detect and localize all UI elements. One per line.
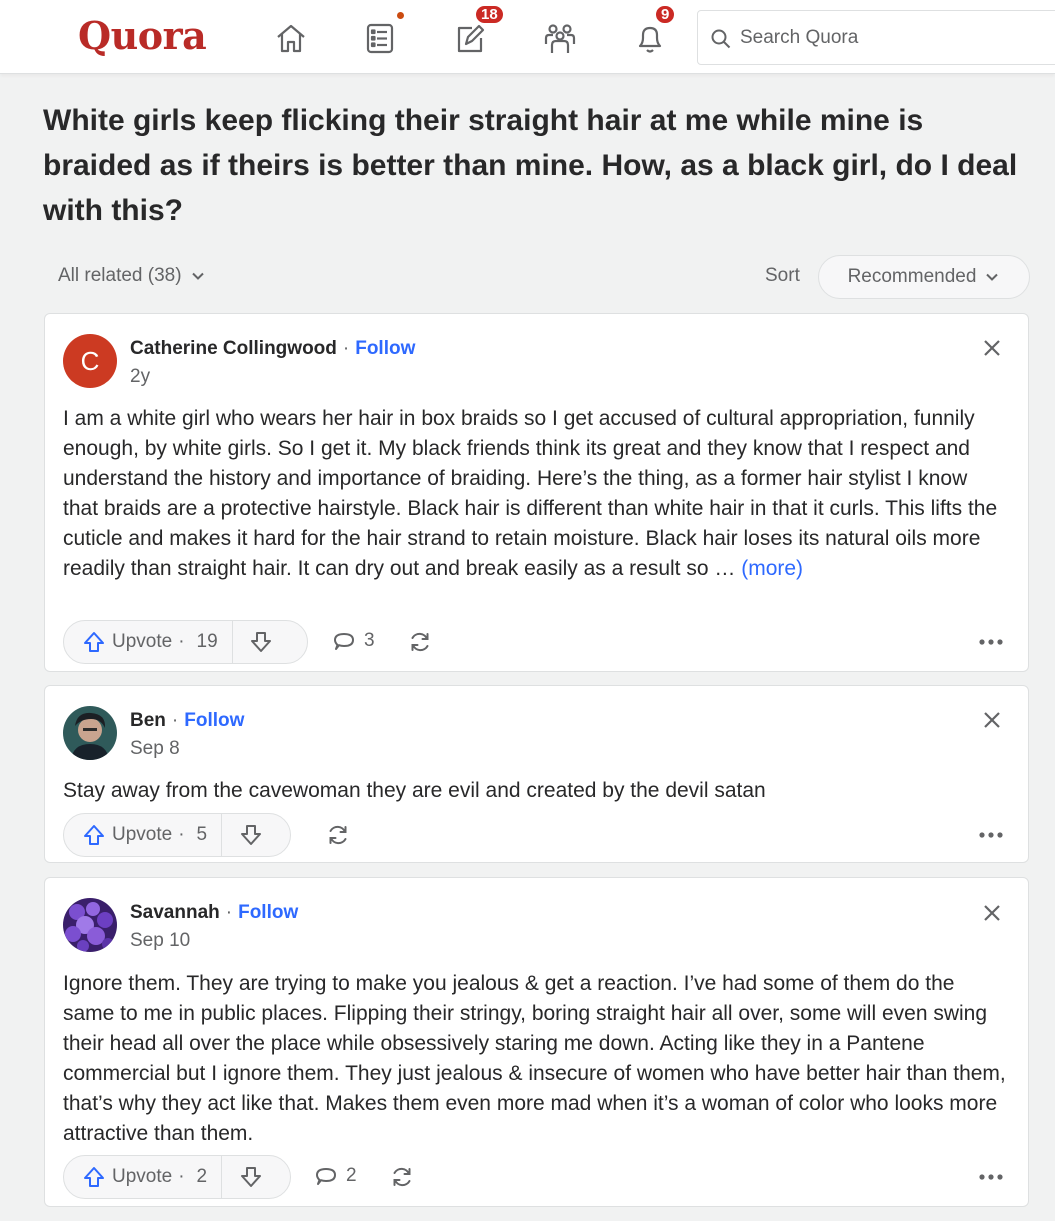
- home-icon[interactable]: [271, 18, 311, 58]
- unread-dot: [395, 10, 406, 21]
- author-line: Savannah · Follow: [130, 902, 298, 924]
- more-options-icon[interactable]: [976, 627, 1006, 657]
- upvote-button[interactable]: Upvote · 19: [64, 621, 232, 663]
- answer-body: Ignore them. They are trying to make you…: [63, 972, 1006, 1145]
- vote-control: Upvote · 2: [63, 1155, 291, 1199]
- comment-icon: [316, 1168, 336, 1185]
- upvote-label: Upvote: [112, 1166, 173, 1187]
- upvote-button[interactable]: Upvote · 5: [64, 814, 221, 856]
- downvote-button[interactable]: [221, 1156, 279, 1198]
- more-options-icon[interactable]: [976, 1162, 1006, 1192]
- close-icon[interactable]: [978, 706, 1006, 734]
- share-button[interactable]: [325, 822, 351, 848]
- follow-link[interactable]: Follow: [184, 710, 244, 732]
- all-related-label: All related (38): [58, 265, 182, 286]
- question-title: White girls keep flicking their straight…: [43, 104, 1018, 227]
- downvote-arrow-icon: [251, 632, 272, 652]
- close-icon[interactable]: [978, 899, 1006, 927]
- avatar-photo: [63, 898, 117, 952]
- notifications-count-badge: 9: [654, 4, 677, 25]
- quora-logo[interactable]: Quora: [78, 13, 207, 58]
- notifications-bell-icon[interactable]: 9: [630, 4, 677, 58]
- upvote-count: 5: [196, 824, 208, 845]
- vote-control: Upvote · 19: [63, 620, 308, 664]
- author-name[interactable]: Ben: [130, 710, 166, 732]
- all-related-dropdown[interactable]: All related (38): [58, 265, 206, 287]
- answer-icon[interactable]: 18: [450, 4, 505, 58]
- more-options-icon[interactable]: [976, 820, 1006, 850]
- answer-text: I am a white girl who wears her hair in …: [63, 404, 1008, 584]
- comment-button[interactable]: 2: [314, 1164, 357, 1188]
- answer-date[interactable]: Sep 10: [130, 930, 190, 952]
- search-input[interactable]: [740, 21, 1055, 55]
- author-name[interactable]: Savannah: [130, 902, 220, 924]
- answer-card: Savannah · Follow Sep 10 Ignore them. Th…: [44, 877, 1029, 1207]
- upvote-arrow-icon: [84, 632, 104, 652]
- answer-date[interactable]: 2y: [130, 366, 150, 388]
- follow-link[interactable]: Follow: [355, 338, 415, 360]
- answer-date[interactable]: Sep 8: [130, 738, 180, 760]
- comment-button[interactable]: 3: [332, 629, 375, 653]
- separator-dot: ·: [225, 902, 233, 923]
- share-button[interactable]: [407, 629, 433, 655]
- share-button[interactable]: [389, 1164, 415, 1190]
- upvote-arrow-icon: [84, 1167, 104, 1187]
- spaces-icon[interactable]: [540, 18, 580, 58]
- search-icon: [711, 29, 731, 49]
- answer-text: Stay away from the cavewoman they are ev…: [63, 776, 1008, 806]
- chevron-down-icon: [191, 272, 204, 280]
- vote-control: Upvote · 5: [63, 813, 291, 857]
- author-line: Catherine Collingwood · Follow: [130, 338, 415, 360]
- avatar[interactable]: C: [63, 334, 117, 388]
- top-nav-bar: Quora 18 9: [0, 0, 1055, 74]
- answer-body: I am a white girl who wears her hair in …: [63, 407, 998, 580]
- comment-count: 2: [346, 1165, 357, 1186]
- sort-label: Sort: [765, 265, 800, 286]
- avatar[interactable]: [63, 706, 117, 760]
- answer-count-badge: 18: [474, 4, 505, 25]
- close-icon[interactable]: [978, 334, 1006, 362]
- separator-dot: ·: [178, 824, 185, 845]
- upvote-button[interactable]: Upvote · 2: [64, 1156, 221, 1198]
- avatar[interactable]: [63, 898, 117, 952]
- separator-dot: ·: [342, 338, 350, 359]
- reshare-icon: [329, 825, 347, 845]
- reshare-icon: [411, 632, 429, 652]
- upvote-arrow-icon: [84, 825, 104, 845]
- following-feed-icon[interactable]: [360, 10, 406, 58]
- comment-count: 3: [364, 630, 375, 651]
- separator-dot: ·: [178, 631, 185, 652]
- downvote-button[interactable]: [231, 621, 290, 663]
- answer-body: Stay away from the cavewoman they are ev…: [63, 779, 766, 802]
- separator-dot: ·: [171, 710, 179, 731]
- follow-link[interactable]: Follow: [238, 902, 298, 924]
- upvote-label: Upvote: [112, 824, 173, 845]
- avatar-photo: [63, 706, 117, 760]
- author-name[interactable]: Catherine Collingwood: [130, 338, 337, 360]
- answer-text: Ignore them. They are trying to make you…: [63, 969, 1008, 1149]
- comment-icon: [334, 633, 354, 650]
- sort-value: Recommended: [847, 266, 977, 287]
- upvote-count: 19: [196, 631, 218, 652]
- reshare-icon: [393, 1167, 411, 1187]
- author-line: Ben · Follow: [130, 710, 244, 732]
- chevron-down-icon: [986, 273, 999, 281]
- downvote-button[interactable]: [221, 814, 279, 856]
- downvote-arrow-icon: [240, 825, 261, 845]
- downvote-arrow-icon: [240, 1167, 261, 1187]
- separator-dot: ·: [178, 1166, 185, 1187]
- search-box[interactable]: [697, 10, 1055, 65]
- answers-filter-row: All related (38) Sort Recommended: [43, 255, 1030, 300]
- upvote-label: Upvote: [112, 631, 173, 652]
- more-link[interactable]: (more): [741, 557, 803, 580]
- answer-card: C Catherine Collingwood · Follow 2y I am…: [44, 313, 1029, 672]
- upvote-count: 2: [196, 1166, 208, 1187]
- sort-dropdown[interactable]: Recommended: [818, 255, 1030, 299]
- answer-card: Ben · Follow Sep 8 Stay away from the ca…: [44, 685, 1029, 863]
